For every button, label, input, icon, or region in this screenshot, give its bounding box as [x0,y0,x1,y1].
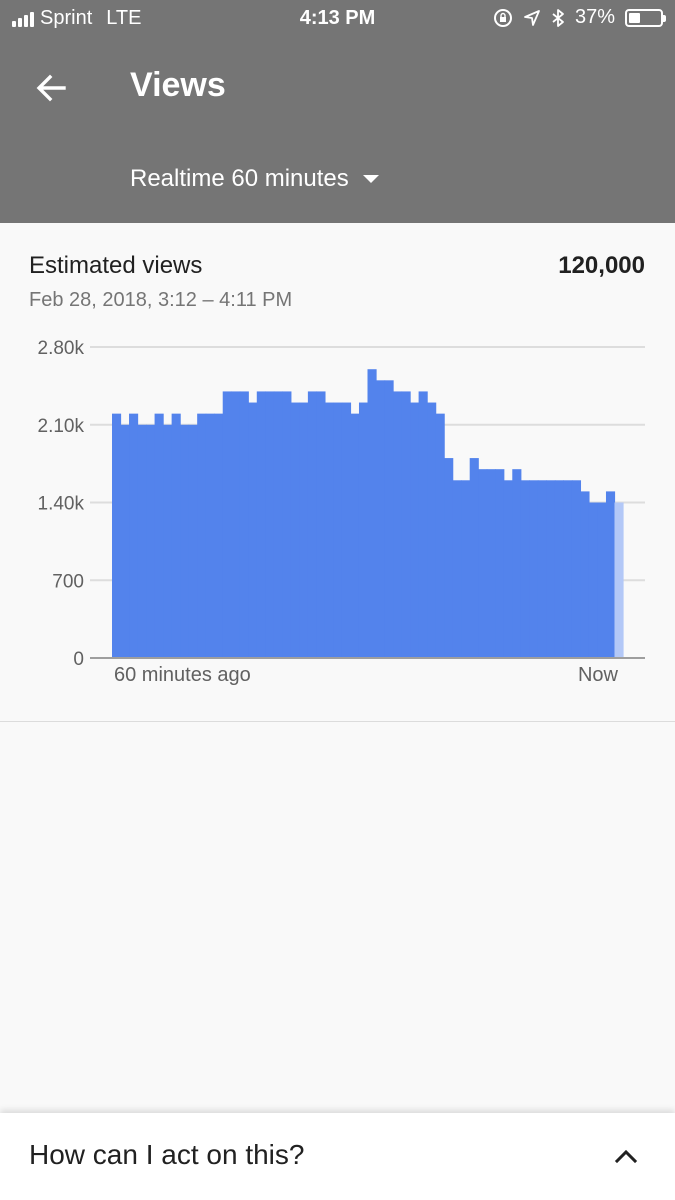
bar[interactable] [529,480,539,658]
bar[interactable] [146,424,156,658]
period-label: Realtime 60 minutes [130,165,349,192]
bluetooth-icon [552,8,564,27]
bar[interactable] [197,413,207,658]
bar[interactable] [112,413,122,658]
x-end-label: Now [578,664,619,686]
bar[interactable] [478,469,488,658]
bar[interactable] [537,480,547,658]
bar[interactable] [546,480,556,658]
y-tick-label: 2.10k [38,416,85,437]
bar[interactable] [563,480,573,658]
caret-down-icon [362,175,379,183]
bar[interactable] [452,480,462,658]
arrow-left-icon [36,74,66,102]
bar[interactable] [444,458,454,658]
bar[interactable] [265,391,275,658]
x-start-label: 60 minutes ago [114,664,251,686]
views-card: Estimated views 120,000 Feb 28, 2018, 3:… [0,223,675,722]
bar[interactable] [256,391,266,658]
bar[interactable] [401,391,411,658]
bar[interactable] [180,424,190,658]
period-dropdown[interactable]: Realtime 60 minutes [130,165,379,193]
bar[interactable] [205,413,215,658]
bar[interactable] [248,402,258,658]
y-tick-label: 2.80k [38,338,85,359]
bar[interactable] [367,369,377,658]
bar[interactable] [554,480,564,658]
bar[interactable] [588,502,599,659]
bar[interactable] [214,413,224,658]
bar[interactable] [376,380,386,658]
bar[interactable] [410,402,420,658]
chevron-up-icon[interactable] [613,1143,639,1169]
bar[interactable] [358,402,369,658]
bar[interactable] [597,502,607,659]
bar[interactable] [393,391,403,658]
bar-current-minute[interactable] [614,502,624,659]
views-chart: 0 700 1.40k 2.10k 2.80k 60 minutes ago Now [38,338,645,686]
y-tick-label: 700 [52,571,84,592]
bar[interactable] [461,480,471,658]
bar[interactable] [239,391,249,658]
battery-level [629,12,640,23]
bar[interactable] [316,391,326,658]
battery-percent: 37% [574,6,615,28]
bar[interactable] [580,491,590,658]
bar[interactable] [273,391,283,658]
bar[interactable] [231,391,241,658]
bar[interactable] [341,402,352,658]
bar[interactable] [605,491,616,658]
bar[interactable] [154,413,164,658]
bar[interactable] [486,469,496,658]
app-header: Sprint LTE 4:13 PM 37% Views Realtime 60… [0,0,675,223]
bar[interactable] [222,391,232,658]
bar[interactable] [571,480,582,658]
y-tick-label: 1.40k [38,494,85,515]
bar[interactable] [188,424,198,658]
bar[interactable] [435,413,445,658]
bar[interactable] [324,402,335,658]
bar[interactable] [137,424,147,658]
bar[interactable] [290,402,300,658]
location-icon [524,9,540,26]
bar[interactable] [503,480,513,658]
bar[interactable] [171,413,181,658]
insights-sheet[interactable]: How can I act on this? [0,1113,675,1200]
bar[interactable] [282,391,292,658]
bar[interactable] [120,424,130,658]
rotation-lock-icon [493,8,512,27]
bar[interactable] [350,413,360,658]
bar[interactable] [384,380,394,658]
bar[interactable] [512,469,522,658]
page-title: Views [130,66,226,104]
back-button[interactable] [34,70,70,106]
battery-icon [625,8,666,27]
bar[interactable] [299,402,309,658]
bar[interactable] [469,458,479,658]
bar[interactable] [495,469,505,658]
bar[interactable] [333,402,343,658]
insights-question: How can I act on this? [29,1139,305,1170]
bar[interactable] [520,480,530,658]
bar[interactable] [427,402,437,658]
bar[interactable] [163,424,173,658]
status-bar: Sprint LTE 4:13 PM 37% [0,0,675,40]
y-tick-label: 0 [73,649,84,670]
status-right: 37% [493,6,666,29]
bar[interactable] [418,391,428,658]
bar[interactable] [307,391,317,658]
bar[interactable] [129,413,139,658]
